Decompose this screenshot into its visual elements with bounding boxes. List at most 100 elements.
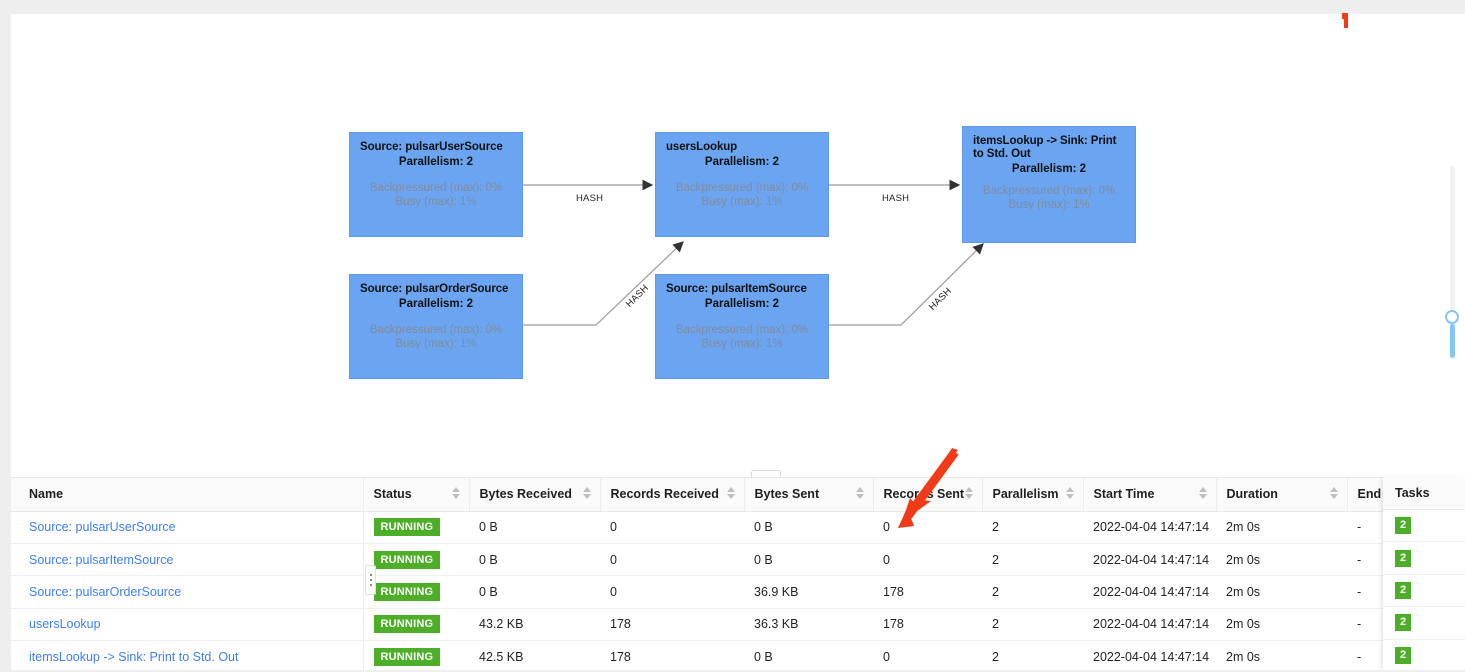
node-backpressure: Backpressured (max): 0% — [982, 185, 1116, 197]
cell-records-sent: 0 — [873, 543, 982, 577]
zoom-slider-fill — [1450, 324, 1455, 358]
node-backpressure: Backpressured (max): 0% — [369, 182, 503, 194]
table-row[interactable]: usersLookup RUNNING 43.2 KB 178 36.3 KB … — [11, 608, 1465, 642]
column-header-label: Name — [29, 487, 64, 502]
table-row[interactable]: itemsLookup -> Sink: Print to Std. Out R… — [11, 640, 1465, 672]
column-resize-handle[interactable] — [365, 565, 376, 595]
cell-records-received: 0 — [600, 511, 744, 544]
cell-name: itemsLookup -> Sink: Print to Std. Out — [11, 640, 364, 672]
vertex-link[interactable]: usersLookup — [29, 617, 101, 631]
column-header-duration[interactable]: Duration — [1216, 478, 1348, 512]
node-parallelism: Parallelism: 2 — [398, 298, 474, 310]
cell-parallelism: 2 — [982, 511, 1083, 544]
node-busy: Busy (max): 1% — [701, 338, 783, 350]
vertex-link[interactable]: Source: pulsarUserSource — [29, 520, 176, 534]
graph-node-users-lookup[interactable]: usersLookup Parallelism: 2 Backpressured… — [655, 132, 829, 237]
column-header-label: Bytes Received — [479, 487, 572, 502]
cell-records-sent: 0 — [873, 640, 982, 672]
subtasks-table-container[interactable]: Name Status Bytes Received Records Recei… — [11, 477, 1465, 672]
cell-records-sent: 0 — [873, 511, 982, 544]
column-header-bytes-received[interactable]: Bytes Received — [469, 478, 601, 512]
annotation-mark — [1342, 13, 1348, 28]
cell-bytes-received: 42.5 KB — [469, 640, 600, 672]
cell-bytes-sent: 0 B — [744, 543, 873, 577]
cell-bytes-received: 0 B — [469, 543, 600, 577]
column-header-records-sent[interactable]: Records Sent — [873, 478, 983, 512]
table-row[interactable]: Source: pulsarOrderSource RUNNING 0 B 0 … — [11, 575, 1465, 609]
graph-node-pulsar-item-source[interactable]: Source: pulsarItemSource Parallelism: 2 … — [655, 274, 829, 379]
graph-node-items-lookup-sink[interactable]: itemsLookup -> Sink: Print to Std. Out P… — [962, 126, 1136, 243]
edge-label-hash-1: HASH — [576, 193, 604, 204]
tasks-badge: 2 — [1395, 549, 1412, 567]
node-busy: Busy (max): 1% — [395, 196, 477, 208]
node-metrics: Backpressured (max): 0% Busy (max): 1% — [666, 181, 818, 209]
cell-duration: 2m 0s — [1216, 640, 1347, 672]
node-busy: Busy (max): 1% — [395, 338, 477, 350]
column-header-name[interactable]: Name — [11, 478, 364, 512]
column-header-tasks[interactable]: Tasks — [1383, 477, 1465, 510]
column-header-start-time[interactable]: Start Time — [1083, 478, 1217, 512]
sort-icon[interactable] — [582, 487, 592, 501]
sort-icon[interactable] — [726, 487, 736, 501]
table-row[interactable]: Source: pulsarUserSource RUNNING 0 B 0 0… — [11, 511, 1465, 544]
sort-icon[interactable] — [855, 487, 865, 501]
column-header-records-received[interactable]: Records Received — [600, 478, 745, 512]
sort-icon[interactable] — [1065, 487, 1075, 501]
node-title: itemsLookup -> Sink: Print to Std. Out — [973, 135, 1117, 160]
status-badge: RUNNING — [373, 518, 441, 537]
sort-icon[interactable] — [1329, 487, 1339, 501]
column-header-label: Records Sent — [883, 487, 965, 502]
vertex-link[interactable]: itemsLookup -> Sink: Print to Std. Out — [29, 650, 238, 664]
column-header-label: End — [1357, 487, 1382, 502]
graph-zoom-slider[interactable] — [1445, 166, 1459, 358]
node-busy: Busy (max): 1% — [1008, 199, 1090, 211]
table-row[interactable]: Source: pulsarItemSource RUNNING 0 B 0 0… — [11, 543, 1465, 577]
sort-icon[interactable] — [451, 487, 461, 501]
cell-parallelism: 2 — [982, 543, 1083, 577]
vertex-link[interactable]: Source: pulsarOrderSource — [29, 585, 181, 599]
node-busy: Busy (max): 1% — [701, 196, 783, 208]
zoom-slider-handle[interactable] — [1445, 310, 1459, 324]
node-backpressure: Backpressured (max): 0% — [369, 324, 503, 336]
cell-name: Source: pulsarUserSource — [11, 511, 364, 544]
column-header-status[interactable]: Status — [363, 478, 470, 512]
node-title: Source: pulsarItemSource — [666, 283, 807, 295]
cell-records-sent: 178 — [873, 575, 982, 609]
cell-start-time: 2022-04-04 14:47:14 — [1083, 640, 1216, 672]
cell-tasks: 2 — [1383, 542, 1465, 575]
status-badge: RUNNING — [373, 582, 441, 601]
column-header-label: Start Time — [1093, 487, 1155, 502]
job-graph-canvas[interactable]: Source: pulsarUserSource Parallelism: 2 … — [11, 14, 1465, 454]
node-metrics: Backpressured (max): 0% Busy (max): 1% — [973, 184, 1125, 212]
vertex-link[interactable]: Source: pulsarItemSource — [29, 553, 174, 567]
edge-label-hash-2: HASH — [882, 193, 910, 204]
graph-node-pulsar-order-source[interactable]: Source: pulsarOrderSource Parallelism: 2… — [349, 274, 523, 379]
cell-bytes-received: 0 B — [469, 511, 600, 544]
content-panel: Source: pulsarUserSource Parallelism: 2 … — [11, 14, 1465, 672]
sort-icon[interactable] — [964, 487, 974, 501]
cell-bytes-received: 43.2 KB — [469, 608, 600, 642]
column-header-bytes-sent[interactable]: Bytes Sent — [744, 478, 874, 512]
node-parallelism: Parallelism: 2 — [704, 298, 780, 310]
cell-records-received: 0 — [600, 575, 744, 609]
node-title: Source: pulsarOrderSource — [360, 283, 509, 295]
cell-status: RUNNING — [363, 511, 469, 544]
tasks-badge: 2 — [1395, 581, 1412, 599]
column-header-label: Duration — [1226, 487, 1278, 502]
column-header-label: Records Received — [610, 487, 719, 502]
status-badge: RUNNING — [373, 550, 441, 569]
column-header-parallelism[interactable]: Parallelism — [982, 478, 1084, 512]
cell-records-received: 178 — [600, 640, 744, 672]
node-parallelism: Parallelism: 2 — [704, 156, 780, 168]
cell-name: usersLookup — [11, 608, 364, 642]
tasks-badge: 2 — [1395, 614, 1412, 632]
frozen-tasks-column: Tasks 2 2 2 2 2 — [1383, 477, 1465, 672]
column-header-label: Status — [373, 487, 412, 502]
node-metrics: Backpressured (max): 0% Busy (max): 1% — [360, 323, 512, 351]
sort-icon[interactable] — [1198, 487, 1208, 501]
column-header-label: Tasks — [1395, 486, 1430, 500]
cell-bytes-sent: 0 B — [744, 511, 873, 544]
cell-parallelism: 2 — [982, 640, 1083, 672]
graph-node-pulsar-user-source[interactable]: Source: pulsarUserSource Parallelism: 2 … — [349, 132, 523, 237]
table-body: Source: pulsarUserSource RUNNING 0 B 0 0… — [11, 511, 1465, 672]
